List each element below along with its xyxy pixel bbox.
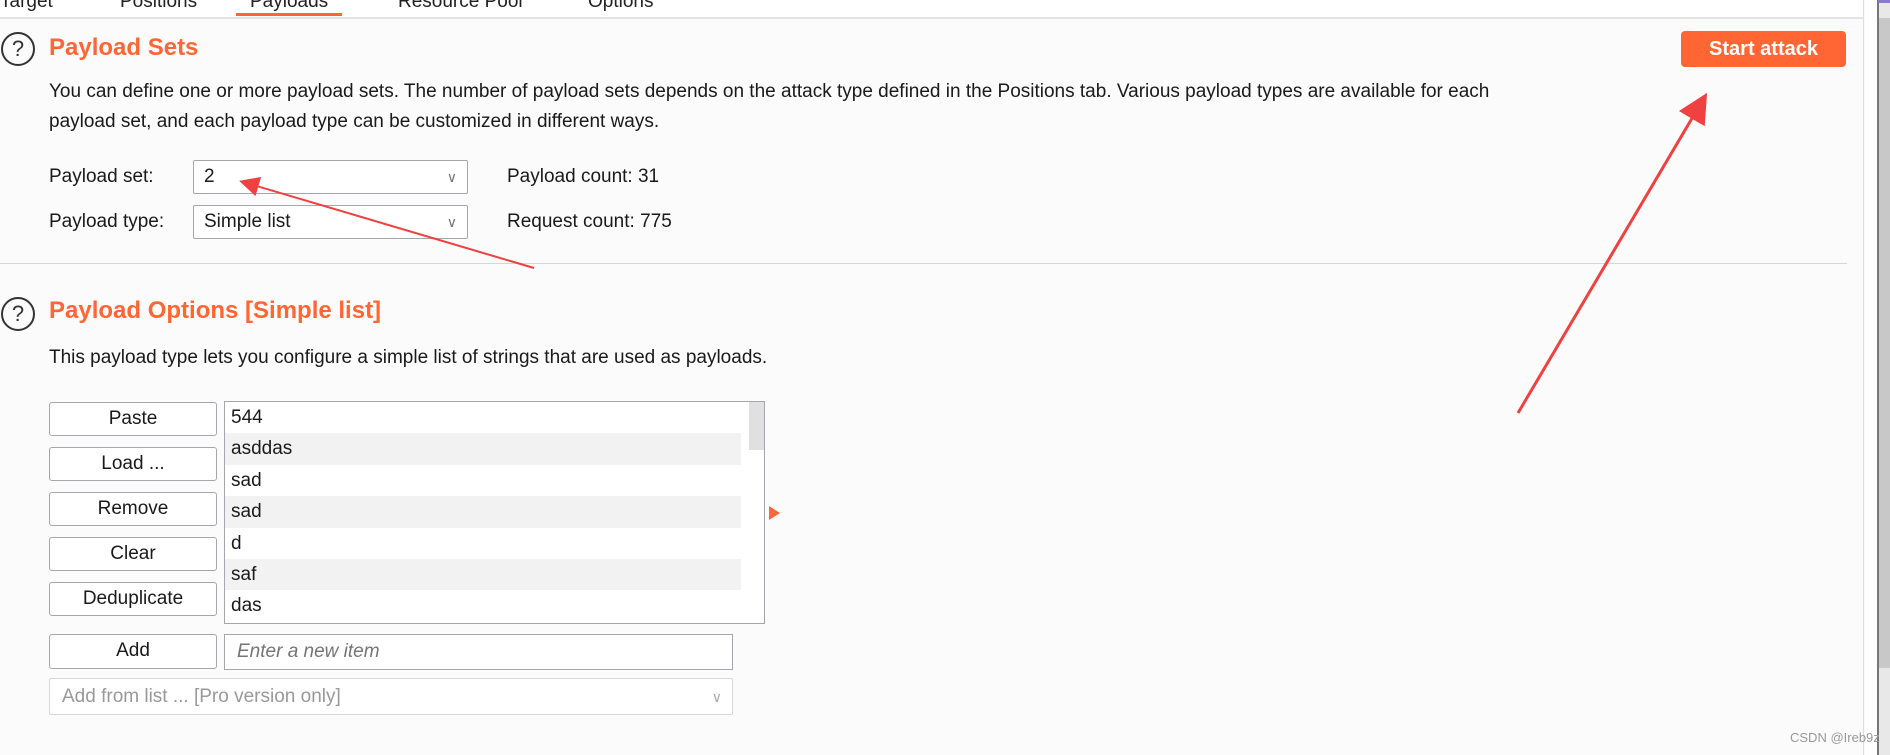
- annotation-arrow-start-attack: [1516, 92, 1708, 414]
- annotation-arrows: [239, 92, 1708, 414]
- annotation-arrow-payload-set: [239, 176, 535, 269]
- watermark: CSDN @Ireb9z: [1790, 730, 1880, 745]
